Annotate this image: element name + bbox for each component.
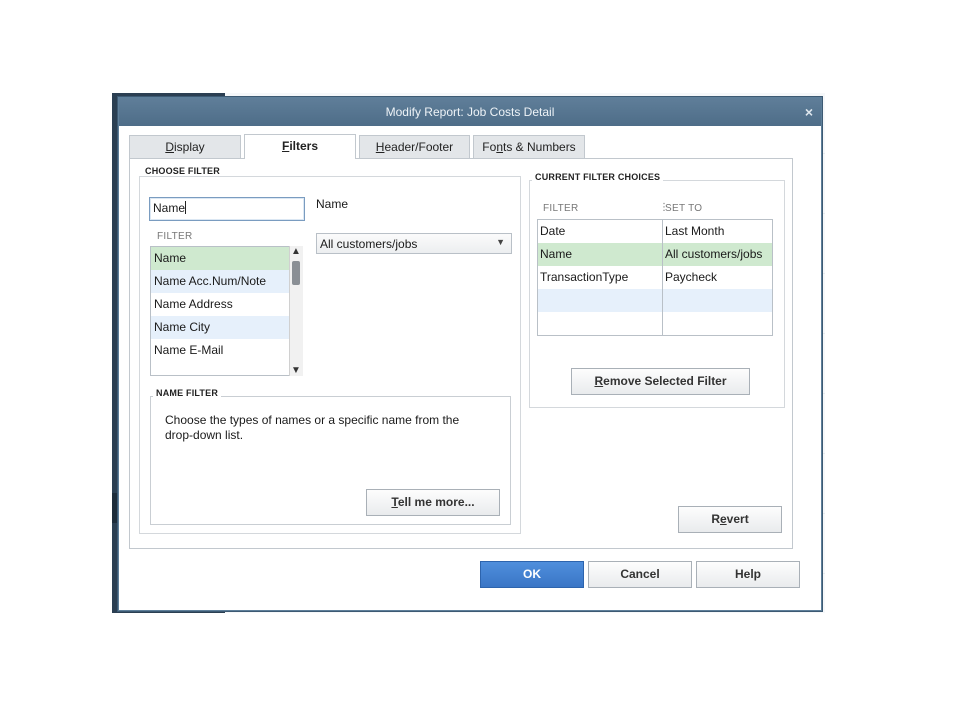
selected-filter-name: Name	[316, 197, 349, 211]
cfc-col-filter: FILTER	[543, 203, 579, 214]
table-row[interactable]: Date Last Month	[538, 220, 772, 243]
choose-filter-label: CHOOSE FILTER	[142, 166, 223, 176]
scroll-thumb[interactable]	[292, 261, 300, 285]
tab-display[interactable]: Display	[129, 135, 241, 159]
filter-column-label: FILTER	[157, 231, 193, 242]
current-filter-choices-label: CURRENT FILTER CHOICES	[532, 172, 664, 182]
chevron-down-icon: ▼	[496, 237, 505, 247]
filter-list[interactable]: Name Name Acc.Num/Note Name Address Name…	[150, 246, 303, 376]
current-filters-table[interactable]: Date Last Month Name All customers/jobs Tr…	[537, 219, 773, 336]
filter-item-name-email[interactable]: Name E-Mail	[151, 339, 302, 362]
name-filter-label: NAME FILTER	[153, 388, 222, 398]
scroll-down-icon[interactable]: ▼	[291, 365, 301, 376]
tab-filters[interactable]: Filters	[244, 134, 356, 159]
filter-item-name[interactable]: Name	[151, 247, 302, 270]
tab-fonts-numbers[interactable]: Fonts & Numbers	[473, 135, 585, 159]
table-row[interactable]: Name All customers/jobs	[538, 243, 772, 266]
revert-button[interactable]: Revert	[678, 506, 782, 533]
table-row[interactable]: TransactionType Paycheck	[538, 266, 772, 289]
filter-item-name-address[interactable]: Name Address	[151, 293, 302, 316]
scroll-up-icon[interactable]: ▲	[291, 246, 301, 257]
help-button[interactable]: Help	[696, 561, 800, 588]
table-row-empty[interactable]	[538, 289, 772, 312]
filter-list-scrollbar[interactable]: ▲ ▼	[289, 246, 303, 376]
modify-report-dialog: Modify Report: Job Costs Detail × Displa…	[118, 97, 822, 611]
remove-selected-filter-button[interactable]: Remove Selected Filter	[571, 368, 750, 395]
name-filter-description: Choose the types of names or a specific …	[165, 413, 460, 442]
cancel-button[interactable]: Cancel	[588, 561, 692, 588]
name-filter-dropdown[interactable]: All customers/jobs ▼	[316, 233, 512, 254]
close-icon[interactable]: ×	[805, 98, 813, 126]
cfc-col-set-to: SET TO	[665, 203, 703, 214]
tab-header-footer[interactable]: Header/Footer	[359, 135, 470, 159]
filter-search-input[interactable]: Name	[149, 197, 305, 221]
filter-item-name-acc-num[interactable]: Name Acc.Num/Note	[151, 270, 302, 293]
dialog-title: Modify Report: Job Costs Detail	[385, 105, 555, 119]
tell-me-more-button[interactable]: Tell me more...	[366, 489, 500, 516]
filter-item-name-city[interactable]: Name City	[151, 316, 302, 339]
column-divider	[662, 220, 663, 335]
ok-button[interactable]: OK	[480, 561, 584, 588]
table-row-empty[interactable]	[538, 312, 772, 335]
dialog-titlebar[interactable]: Modify Report: Job Costs Detail ×	[119, 98, 821, 126]
